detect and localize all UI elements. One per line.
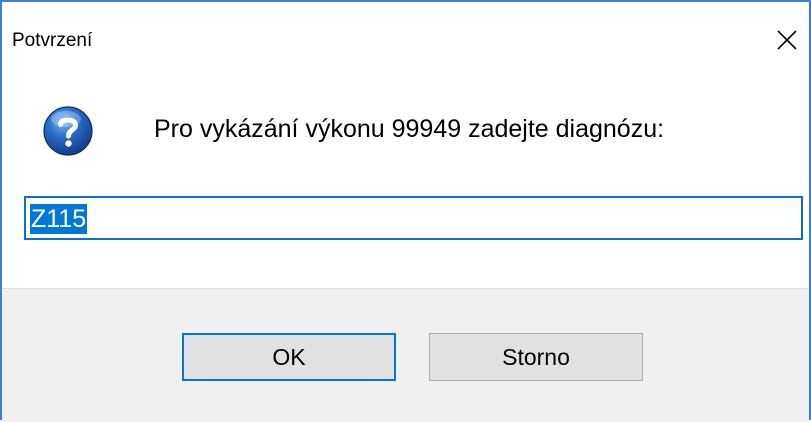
title-bar[interactable]: Potvrzení [2,2,809,74]
dialog-content: Pro vykázání výkonu 99949 zadejte diagnó… [2,74,809,288]
close-button[interactable] [765,20,809,60]
input-selected-text[interactable]: Z115 [30,204,88,234]
prompt-label: Pro vykázání výkonu 99949 zadejte diagnó… [154,115,665,143]
close-icon [777,30,797,50]
question-icon [43,106,93,156]
cancel-button[interactable]: Storno [429,333,643,381]
button-bar: OK Storno [2,288,809,422]
diagnosis-input[interactable]: Z115 [24,196,803,240]
ok-button[interactable]: OK [182,333,396,381]
confirmation-dialog: Potvrzení Pro vykázání výkonu 99949 zade… [0,0,811,422]
dialog-title: Potvrzení [12,30,93,51]
